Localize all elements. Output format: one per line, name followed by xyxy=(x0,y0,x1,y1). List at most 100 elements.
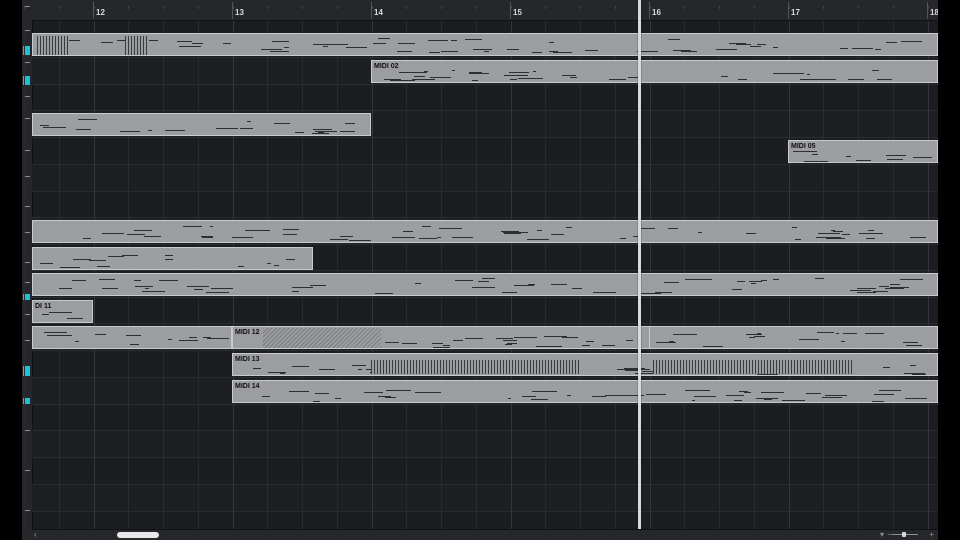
midi-note xyxy=(905,398,927,399)
midi-note xyxy=(101,42,113,43)
ruler-bar-label: 13 xyxy=(235,8,244,17)
track-lane[interactable] xyxy=(32,84,938,111)
midi-note xyxy=(135,286,153,287)
midi-note xyxy=(313,129,332,130)
midi-note xyxy=(346,47,367,48)
zoom-in-icon[interactable]: + xyxy=(929,530,934,540)
midi-note xyxy=(216,128,238,129)
midi-note xyxy=(49,312,72,313)
ruler-beat-tick xyxy=(684,6,685,9)
track-lane[interactable] xyxy=(32,431,938,458)
midi-note xyxy=(749,337,755,338)
midi-note xyxy=(73,259,91,260)
midi-note xyxy=(857,292,876,293)
midi-note xyxy=(72,280,86,281)
arrange-track-area[interactable]: MIDI 02 MIDI 05 DI 11 MIDI 12 MIDI 13 MIDI 14 xyxy=(24,21,938,539)
midi-clip[interactable]: DI 11 xyxy=(32,300,93,323)
ruler-bar-line xyxy=(649,2,650,19)
midi-note xyxy=(289,391,309,392)
ruler-beat-tick xyxy=(719,6,720,9)
midi-clip[interactable]: MIDI 02 xyxy=(371,60,938,83)
track-lane[interactable] xyxy=(32,165,938,192)
midi-note xyxy=(134,230,152,231)
midi-note xyxy=(340,131,355,132)
midi-note xyxy=(145,288,149,289)
midi-note xyxy=(428,40,448,41)
midi-note xyxy=(572,288,582,289)
midi-note xyxy=(856,160,871,161)
midi-note xyxy=(537,230,542,231)
midi-note xyxy=(414,76,425,77)
ruler-bar-line xyxy=(927,2,928,19)
track-lane[interactable] xyxy=(32,485,938,512)
clip-name: MIDI 13 xyxy=(235,356,260,363)
midi-note xyxy=(913,157,932,158)
midi-note xyxy=(345,123,355,124)
midi-note xyxy=(422,226,431,227)
midi-note xyxy=(550,346,562,347)
midi-note xyxy=(746,334,762,335)
midi-note xyxy=(194,289,203,290)
midi-note xyxy=(804,161,828,162)
ruler-beat-tick xyxy=(233,6,234,9)
midi-note xyxy=(415,283,421,284)
midi-note xyxy=(536,346,550,347)
midi-clip[interactable]: MIDI 14 xyxy=(232,380,938,403)
midi-note xyxy=(846,156,851,157)
midi-note xyxy=(850,290,871,291)
midi-clip[interactable] xyxy=(649,326,938,349)
midi-note xyxy=(507,343,517,344)
track-lane[interactable] xyxy=(32,191,938,218)
midi-note xyxy=(392,237,415,238)
midi-note xyxy=(274,123,290,124)
midi-note xyxy=(739,391,748,392)
midi-clip[interactable] xyxy=(32,220,938,243)
midi-note xyxy=(165,255,173,256)
midi-clip[interactable]: MIDI 13 xyxy=(232,353,938,376)
zoom-menu-arrow-icon[interactable]: ▾ xyxy=(880,530,884,540)
midi-note xyxy=(749,281,762,282)
midi-note xyxy=(507,49,519,50)
zoom-out-icon[interactable]: − xyxy=(887,530,892,540)
midi-clip[interactable] xyxy=(32,33,938,56)
midi-note xyxy=(274,41,289,42)
midi-clip[interactable] xyxy=(32,273,938,296)
playhead-cursor[interactable] xyxy=(638,0,641,530)
midi-note xyxy=(179,46,201,47)
scrollbar-thumb[interactable] xyxy=(117,532,159,538)
midi-note xyxy=(452,237,473,238)
ruler-beat-tick xyxy=(511,6,512,9)
midi-clip[interactable] xyxy=(32,326,232,349)
midi-note xyxy=(120,131,140,132)
midi-clip[interactable] xyxy=(32,113,371,136)
midi-note xyxy=(134,280,141,281)
midi-note xyxy=(473,49,492,50)
midi-note xyxy=(375,293,393,294)
scroll-left-arrow-icon[interactable]: ‹ xyxy=(34,530,37,540)
midi-note xyxy=(655,292,672,293)
track-lane[interactable] xyxy=(32,404,938,431)
horizontal-scrollbar[interactable]: ‹ ▾ − + xyxy=(32,529,938,540)
midi-note xyxy=(429,52,440,53)
midi-note xyxy=(465,338,483,339)
timeline-ruler[interactable]: 12 13 14 15 16 17 18 xyxy=(24,0,938,21)
ruler-beat-tick xyxy=(580,6,581,9)
track-lane[interactable] xyxy=(32,458,938,485)
midi-clip[interactable]: MIDI 05 xyxy=(788,140,938,163)
midi-note xyxy=(840,48,848,49)
midi-note xyxy=(99,279,115,280)
midi-note xyxy=(165,259,173,260)
ruler-beat-tick xyxy=(198,6,199,9)
midi-note xyxy=(75,341,79,342)
midi-note xyxy=(340,236,353,237)
midi-note xyxy=(549,42,554,43)
midi-clip[interactable] xyxy=(32,247,313,270)
zoom-slider-handle[interactable] xyxy=(902,532,906,537)
midi-note xyxy=(102,233,124,234)
midi-note xyxy=(238,266,244,267)
midi-note xyxy=(261,49,282,50)
ruler-beat-tick xyxy=(59,6,60,9)
midi-note xyxy=(822,397,842,398)
midi-note xyxy=(910,237,926,238)
track-lane[interactable] xyxy=(32,297,938,324)
